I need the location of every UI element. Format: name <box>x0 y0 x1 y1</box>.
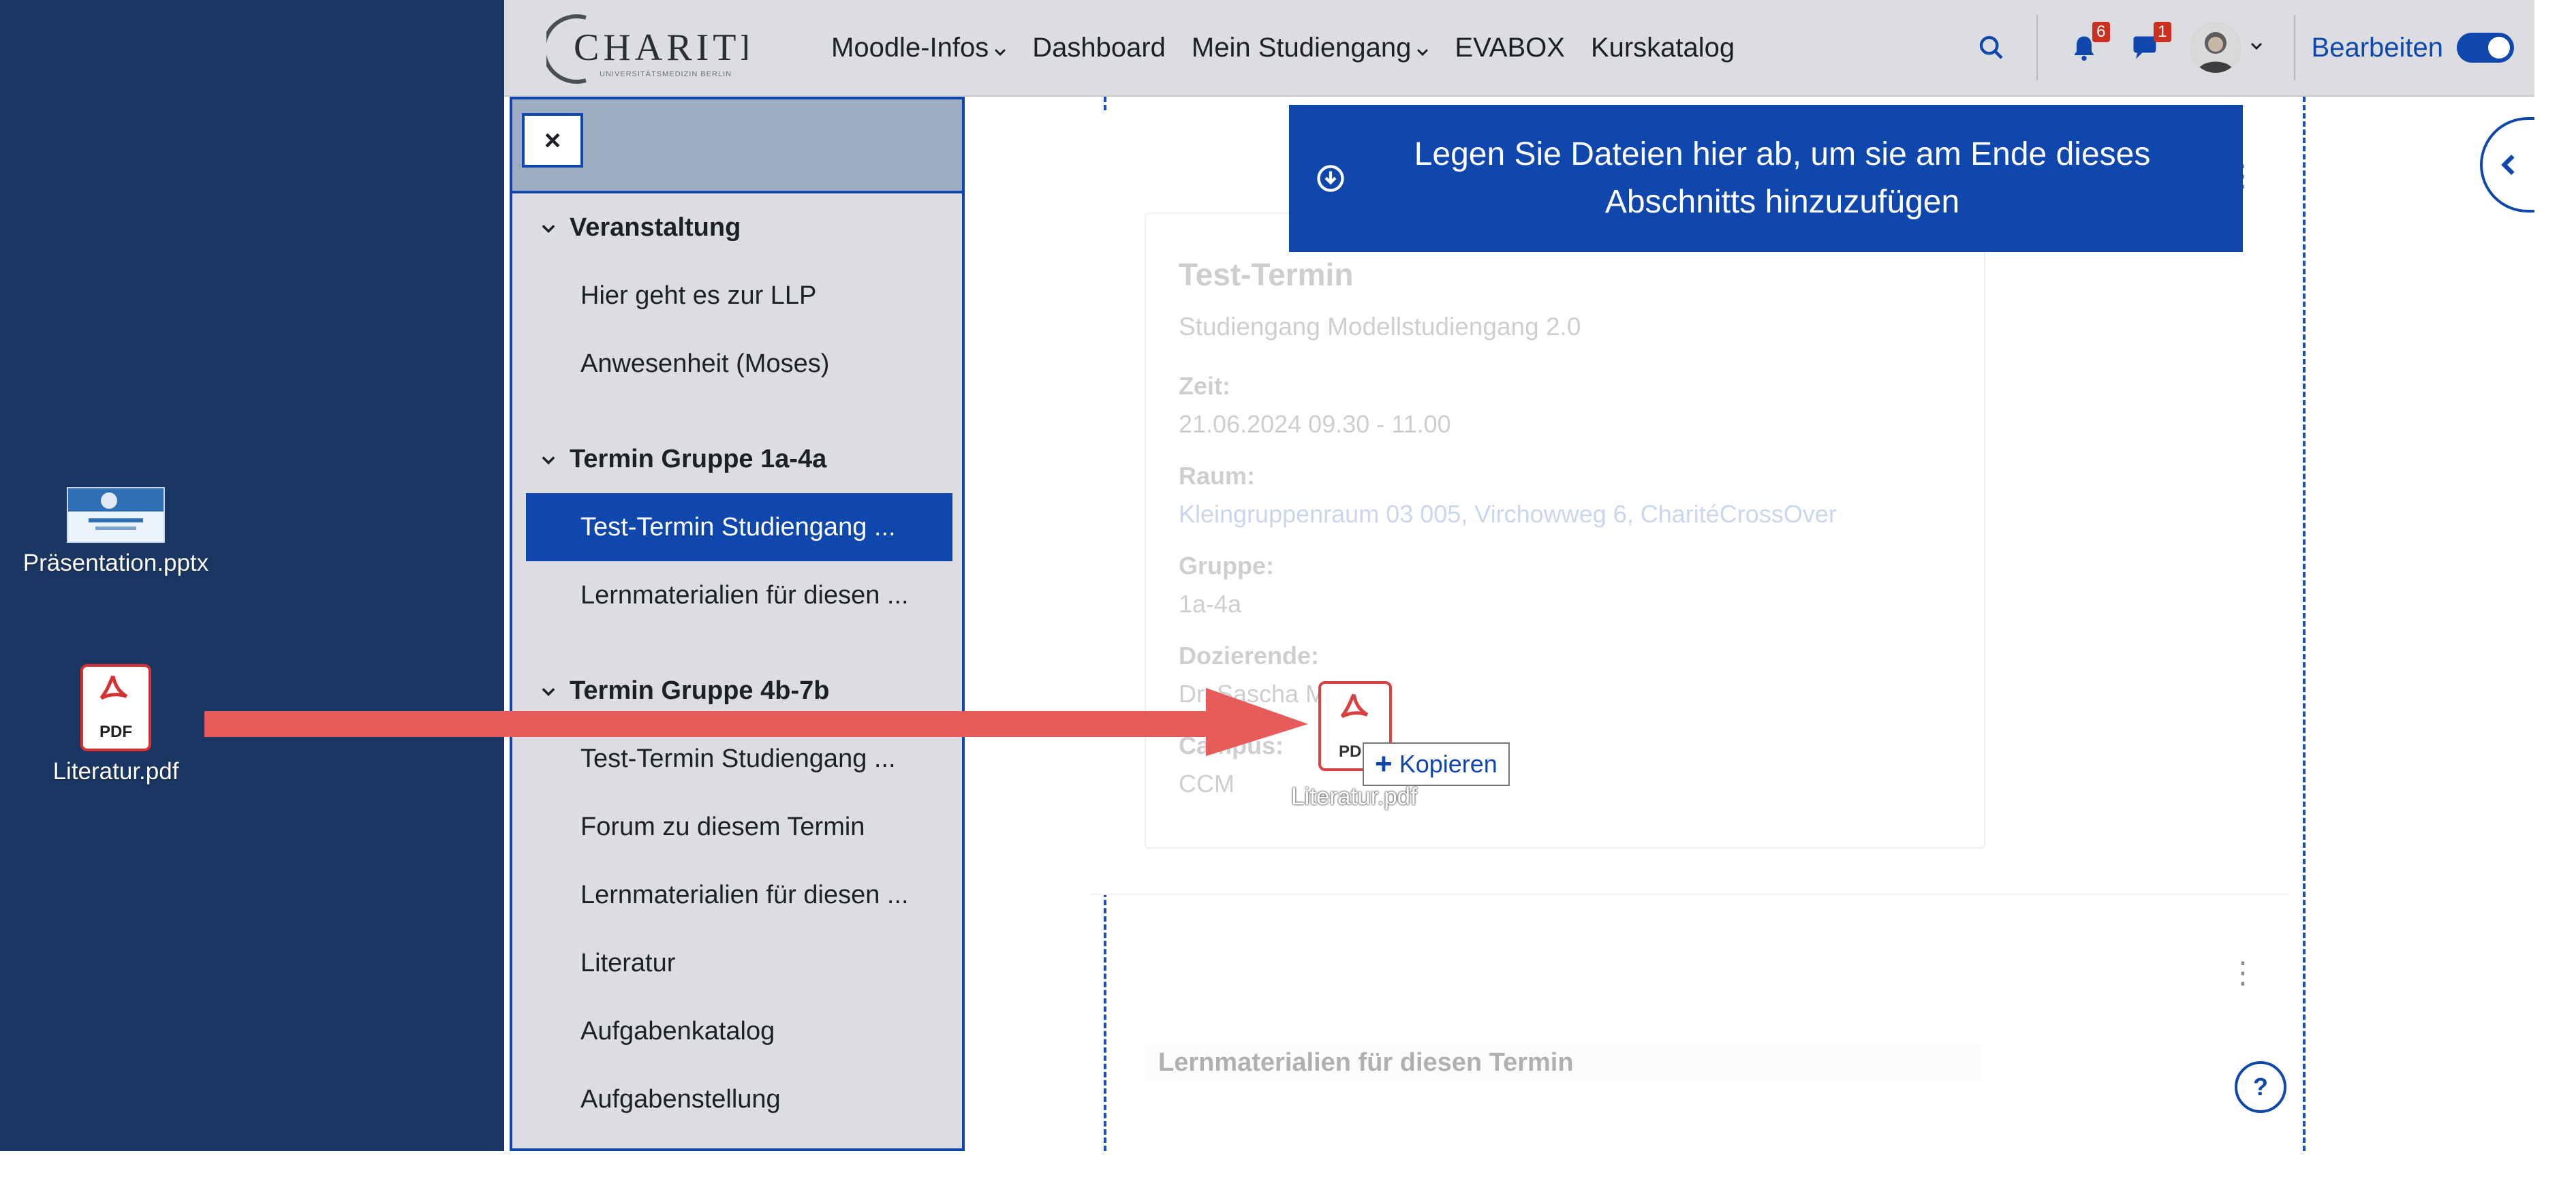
kebab-menu-icon[interactable]: ⋮ <box>2228 958 2258 988</box>
edit-mode-label: Bearbeiten <box>2311 32 2443 63</box>
section-veranstaltung[interactable]: Veranstaltung <box>512 193 962 262</box>
dragged-file-name: Literatur.pdf <box>1291 783 1417 810</box>
user-menu[interactable] <box>2190 22 2263 73</box>
chevron-down-icon <box>1416 33 1429 63</box>
section-termin-gruppe-1a-4a[interactable]: Termin Gruppe 1a-4a <box>512 425 962 493</box>
field-label-dozierende: Dozierende: <box>1179 642 1320 670</box>
desktop-file-label: Literatur.pdf <box>52 758 179 785</box>
navbar-divider <box>2036 15 2038 80</box>
charite-logo[interactable]: CHARITÉ UNIVERSITÄTSMEDIZIN BERLIN <box>542 8 764 90</box>
chevron-down-icon <box>994 33 1006 63</box>
nav-label: Kurskatalog <box>1590 32 1735 63</box>
messages-count-badge: 1 <box>2154 22 2171 42</box>
room-link[interactable]: Kleingruppenraum 03 005, Virchowweg 6, C… <box>1179 500 1837 529</box>
drop-zone-message: Legen Sie Dateien hier ab, um sie am End… <box>1414 136 2151 220</box>
user-navigation: 6 1 Bearbeiten <box>1963 0 2514 95</box>
pptx-file-icon <box>67 487 165 543</box>
close-icon: × <box>544 124 561 156</box>
pdf-file-icon: PDF <box>80 664 151 751</box>
nav-label: EVABOX <box>1455 32 1565 63</box>
course-item[interactable]: Lernmaterialien für diesen ... <box>512 561 962 629</box>
field-value-zeit: 21.06.2024 09.30 - 11.00 <box>1179 410 1451 438</box>
drag-action-label: Kopieren <box>1399 750 1498 778</box>
close-drawer-button[interactable]: × <box>522 113 583 168</box>
logo-subtext: UNIVERSITÄTSMEDIZIN BERLIN <box>600 70 732 78</box>
chevron-down-icon <box>2250 42 2263 54</box>
nav-moodle-infos[interactable]: Moodle-Infos <box>831 33 1006 63</box>
chevron-left-icon <box>2501 154 2515 176</box>
download-circle-icon <box>1316 155 1345 202</box>
notifications-button[interactable]: 6 <box>2069 22 2110 63</box>
course-item[interactable]: Aufgabenkatalog <box>512 997 962 1065</box>
section-title-lernmaterialien: Lernmaterialien für diesen Termin <box>1145 1043 1983 1082</box>
drawer-header: × <box>512 99 962 193</box>
navbar-divider <box>2293 15 2295 80</box>
course-item[interactable]: Literatur <box>512 929 962 997</box>
course-item[interactable]: Forum zu diesem Termin <box>512 793 962 861</box>
top-navbar: CHARITÉ UNIVERSITÄTSMEDIZIN BERLIN Moodl… <box>504 0 2534 97</box>
nav-label: Mein Studiengang <box>1191 32 1412 63</box>
nav-label: Dashboard <box>1032 32 1166 63</box>
drag-direction-arrow <box>204 688 1308 756</box>
help-button[interactable]: ? <box>2235 1061 2286 1113</box>
dropzone-border-right <box>2303 97 2306 1151</box>
desktop-file-label: Präsentation.pptx <box>22 550 209 576</box>
course-item-active[interactable]: Test-Termin Studiengang ... <box>526 493 952 561</box>
notifications-count-badge: 6 <box>2092 22 2110 42</box>
course-item[interactable]: Anwesenheit (Moses) <box>512 330 962 398</box>
field-value-gruppe: 1a-4a <box>1179 590 1242 618</box>
field-label-zeit: Zeit: <box>1179 372 1230 400</box>
nav-kurskatalog[interactable]: Kurskatalog <box>1591 33 1735 63</box>
search-button[interactable] <box>1978 34 2005 61</box>
pdf-badge-text: PDF <box>99 723 132 741</box>
chevron-down-icon <box>541 447 556 471</box>
course-item[interactable]: Hier geht es zur LLP <box>512 262 962 330</box>
course-index-drawer: × Veranstaltung Hier geht es zur LLP Anw… <box>510 97 965 1151</box>
nav-mein-studiengang[interactable]: Mein Studiengang <box>1192 33 1429 63</box>
drag-copy-indicator: + Kopieren <box>1363 742 1510 786</box>
primary-navigation: Moodle-Infos Dashboard Mein Studiengang … <box>831 0 1760 95</box>
chevron-down-icon <box>541 216 556 239</box>
course-item[interactable]: Lernmaterialien für diesen ... <box>512 861 962 929</box>
open-block-drawer-button[interactable] <box>2480 117 2534 213</box>
field-label-raum: Raum: <box>1179 462 1256 490</box>
desktop-file-pptx[interactable]: Präsentation.pptx <box>20 487 211 577</box>
field-value-campus: CCM <box>1179 770 1235 798</box>
plus-icon: + <box>1375 747 1393 781</box>
nav-label: Moodle-Infos <box>831 32 989 63</box>
course-content: ⋮ Test-Termin Studiengang Modellstudieng… <box>967 97 2534 1151</box>
search-icon <box>1979 35 2003 59</box>
logo-text: CHARITÉ <box>574 27 747 69</box>
activity-subtitle: Studiengang Modellstudiengang 2.0 <box>1179 313 1581 341</box>
messages-button[interactable]: 1 <box>2129 22 2171 63</box>
help-label: ? <box>2253 1073 2268 1101</box>
desktop-file-pdf[interactable]: PDF Literatur.pdf <box>20 664 211 785</box>
desktop-background: Präsentation.pptx PDF Literatur.pdf <box>0 0 504 1151</box>
edit-mode-toggle[interactable] <box>2457 33 2514 63</box>
avatar <box>2190 22 2241 73</box>
file-drop-zone-banner[interactable]: Legen Sie Dateien hier ab, um sie am End… <box>1289 105 2243 252</box>
nav-evabox[interactable]: EVABOX <box>1455 33 1565 63</box>
course-item[interactable]: Aufgabenstellung <box>512 1065 962 1133</box>
activity-title: Test-Termin <box>1179 257 1354 292</box>
section-title-label: Termin Gruppe 1a-4a <box>570 444 827 473</box>
course-index: Veranstaltung Hier geht es zur LLP Anwes… <box>512 193 962 1133</box>
nav-dashboard[interactable]: Dashboard <box>1032 33 1166 63</box>
moodle-window: CHARITÉ UNIVERSITÄTSMEDIZIN BERLIN Moodl… <box>504 0 2534 1151</box>
field-label-gruppe: Gruppe: <box>1179 552 1274 580</box>
section-title-label: Veranstaltung <box>570 213 741 242</box>
toggle-knob <box>2488 37 2510 59</box>
